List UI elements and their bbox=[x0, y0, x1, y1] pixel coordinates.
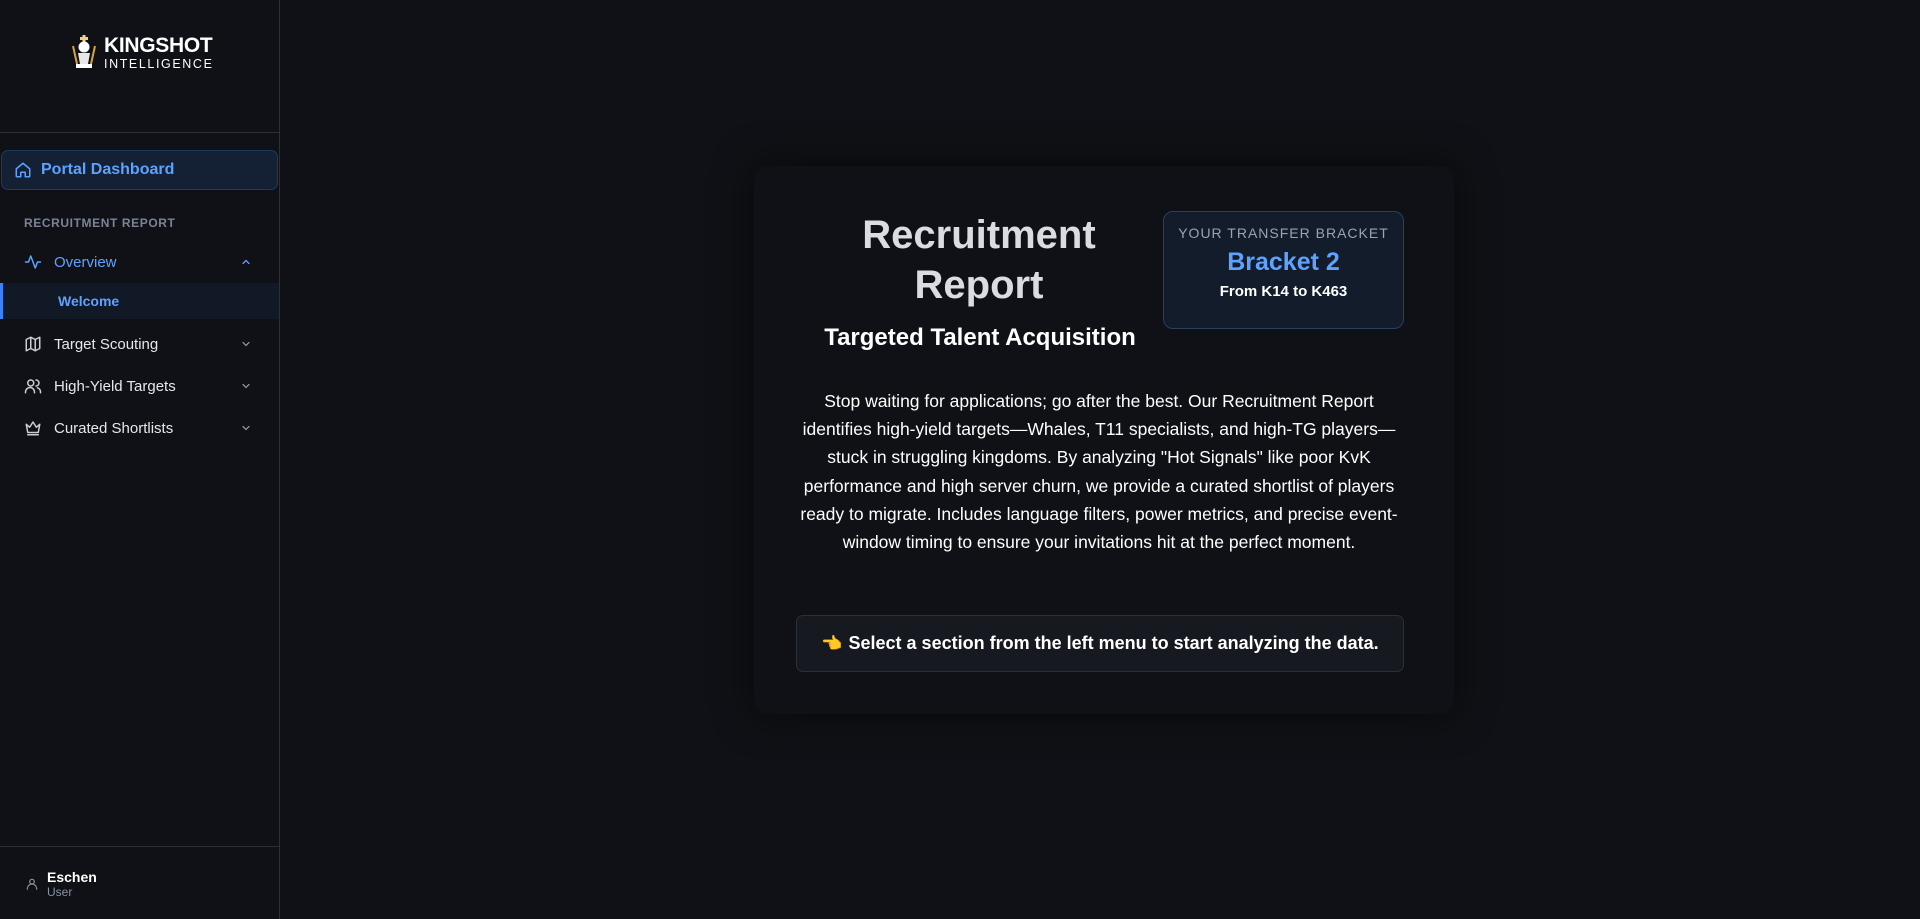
chevron-down-icon[interactable] bbox=[240, 380, 252, 392]
king-chess-piece-icon bbox=[72, 35, 96, 68]
page-title: Recruitment Report bbox=[862, 213, 1096, 307]
page-subtitle: Targeted Talent Acquisition bbox=[824, 324, 1136, 351]
sidebar-item-overview[interactable]: Overview bbox=[0, 243, 279, 281]
portal-dashboard-button[interactable]: Portal Dashboard bbox=[1, 150, 278, 190]
sidebar-item-high-yield-targets[interactable]: High-Yield Targets bbox=[0, 367, 279, 405]
activity-icon bbox=[24, 255, 42, 269]
section-label: RECRUITMENT REPORT bbox=[24, 216, 176, 230]
instruction-banner: 👈 Select a section from the left menu to… bbox=[796, 615, 1404, 672]
sidebar-item-label: Overview bbox=[54, 253, 117, 271]
chevron-down-icon[interactable] bbox=[240, 422, 252, 434]
sidebar: KINGSHOT INTELLIGENCE Portal Dashboard R… bbox=[0, 0, 280, 919]
pointing-left-icon: 👈 bbox=[821, 633, 843, 653]
logo[interactable]: KINGSHOT INTELLIGENCE bbox=[70, 34, 214, 72]
brand-title: KINGSHOT bbox=[104, 34, 213, 58]
report-description: Stop waiting for applications; go after … bbox=[800, 391, 1398, 553]
transfer-bracket-badge: YOUR TRANSFER BRACKET Bracket 2 From K14… bbox=[1163, 211, 1404, 329]
sidebar-item-curated-shortlists[interactable]: Curated Shortlists bbox=[0, 409, 279, 447]
users-icon bbox=[24, 379, 42, 394]
app-root: KINGSHOT INTELLIGENCE Portal Dashboard R… bbox=[0, 0, 1920, 919]
sidebar-subitem-welcome[interactable]: Welcome bbox=[0, 283, 279, 319]
brand-header: KINGSHOT INTELLIGENCE bbox=[0, 0, 279, 133]
user-name: Eschen bbox=[47, 869, 97, 885]
user-role: User bbox=[47, 885, 73, 899]
chevron-up-icon[interactable] bbox=[240, 256, 252, 268]
user-icon bbox=[26, 878, 38, 890]
sidebar-subitem-label: Welcome bbox=[58, 293, 120, 309]
sidebar-item-label: Target Scouting bbox=[54, 335, 159, 353]
portal-dashboard-label: Portal Dashboard bbox=[41, 161, 175, 178]
home-icon bbox=[15, 162, 31, 178]
chevron-down-icon[interactable] bbox=[240, 338, 252, 350]
map-icon bbox=[25, 336, 41, 352]
instruction-text: Select a section from the left menu to s… bbox=[848, 633, 1379, 653]
bracket-range: From K14 to K463 bbox=[1219, 283, 1348, 300]
brand-subtitle: INTELLIGENCE bbox=[104, 57, 214, 72]
sidebar-item-label: High-Yield Targets bbox=[54, 377, 176, 395]
crown-icon bbox=[25, 421, 41, 436]
user-panel: Eschen User bbox=[0, 846, 279, 919]
sidebar-item-label: Curated Shortlists bbox=[54, 419, 174, 437]
sidebar-item-target-scouting[interactable]: Target Scouting bbox=[0, 325, 279, 363]
user-profile[interactable]: Eschen User bbox=[25, 869, 97, 899]
bracket-label: YOUR TRANSFER BRACKET bbox=[1178, 225, 1389, 241]
bracket-value: Bracket 2 bbox=[1227, 248, 1340, 276]
